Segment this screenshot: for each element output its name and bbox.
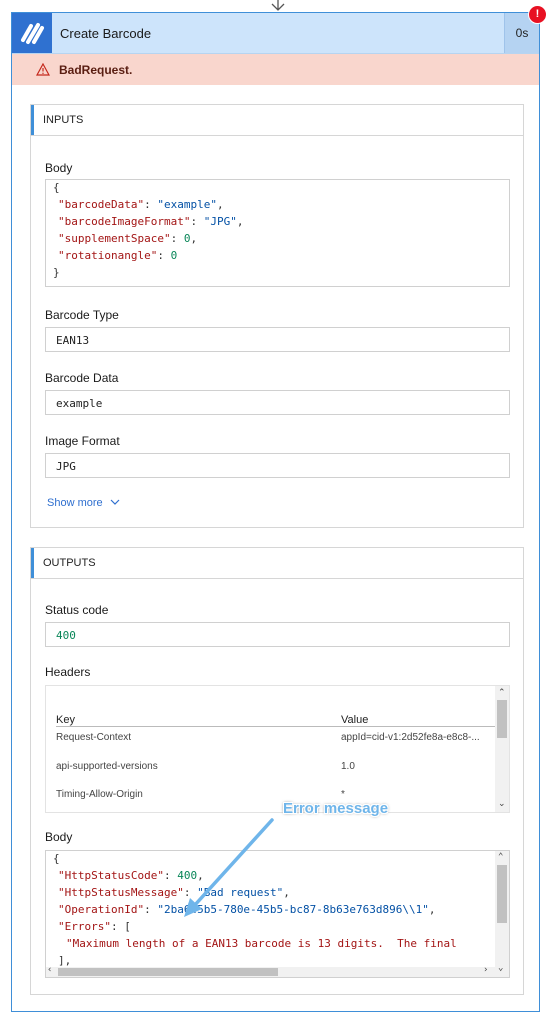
inputs-section: INPUTS Body { "barcodeData": "example", … [30, 104, 524, 528]
scroll-left-icon[interactable]: ‹ [47, 965, 52, 975]
barcode-data-field[interactable]: example [45, 390, 510, 415]
header-value: 1.0 [341, 761, 355, 772]
table-row: Timing-Allow-Origin * [56, 789, 496, 800]
barcode-type-field[interactable]: EAN13 [45, 327, 510, 352]
headers-column-key: Key [56, 714, 75, 726]
header-key: api-supported-versions [56, 761, 158, 772]
error-banner: BadRequest. [12, 54, 539, 85]
scroll-right-icon[interactable]: › [483, 965, 488, 975]
status-code-field[interactable]: 400 [45, 622, 510, 647]
headers-label: Headers [45, 665, 91, 679]
inputs-title: INPUTS [43, 114, 84, 126]
image-format-field[interactable]: JPG [45, 453, 510, 478]
card-title: Create Barcode [60, 26, 152, 41]
body-scrollbar[interactable]: ⌃ ⌄ [495, 851, 509, 977]
inputs-body-label: Body [45, 161, 73, 175]
status-code-label: Status code [45, 603, 109, 617]
headers-column-value: Value [341, 714, 369, 726]
code-line: "barcodeData": "example", [58, 198, 224, 211]
code-line: "rotationangle": 0 [58, 249, 178, 262]
code-line: { [53, 181, 60, 194]
code-line: ], [58, 954, 72, 967]
code-line: "barcodeImageFormat": "JPG", [58, 215, 244, 228]
outputs-section: OUTPUTS Status code 400 Headers Key Valu… [30, 547, 524, 995]
header-value: appId=cid-v1:2d52fe8a-e8c8-... [341, 732, 480, 743]
chevron-down-icon [110, 499, 120, 505]
horizontal-scrollbar[interactable]: ‹ › [46, 965, 495, 977]
error-message-callout: Error message [283, 800, 389, 817]
table-row: api-supported-versions 1.0 [56, 761, 496, 772]
scroll-down-icon[interactable]: ⌄ [498, 798, 506, 809]
code-line: "supplementSpace": 0, [58, 232, 198, 245]
code-line: { [53, 852, 60, 865]
table-row: Request-Context appId=cid-v1:2d52fe8a-e8… [56, 732, 496, 743]
barcode-data-value: example [56, 397, 103, 410]
show-more-label: Show more [47, 497, 103, 509]
warning-icon [36, 63, 50, 76]
connector-arrow-icon [271, 0, 285, 11]
image-format-label: Image Format [45, 434, 120, 448]
headers-table[interactable]: Key Value Request-Context appId=cid-v1:2… [45, 685, 510, 813]
status-code-value: 400 [56, 629, 76, 642]
header-key: Timing-Allow-Origin [56, 789, 143, 800]
barcode-data-label: Barcode Data [45, 371, 119, 385]
inputs-section-header: INPUTS [31, 105, 523, 136]
barcode-type-value: EAN13 [56, 334, 90, 347]
scroll-up-icon[interactable]: ⌃ [498, 852, 503, 862]
header-value: * [341, 789, 345, 800]
code-line: } [53, 266, 60, 279]
headers-scrollbar[interactable]: ⌃ ⌄ [495, 686, 509, 812]
code-line: "Errors": [ [58, 920, 131, 933]
header-key: Request-Context [56, 732, 132, 743]
callout-arrow-icon [184, 818, 274, 917]
inputs-body-code[interactable]: { "barcodeData": "example", "barcodeImag… [45, 179, 510, 287]
barcode-type-label: Barcode Type [45, 308, 119, 322]
barcode-logo-icon [12, 13, 52, 53]
outputs-section-header: OUTPUTS [31, 548, 523, 579]
error-status-badge: ! [528, 5, 547, 24]
code-line: "Maximum length of a EAN13 barcode is 13… [66, 937, 457, 950]
headers-divider [56, 726, 496, 727]
outputs-title: OUTPUTS [43, 557, 96, 569]
scroll-up-icon[interactable]: ⌃ [498, 687, 506, 698]
show-more-link[interactable]: Show more [47, 497, 120, 509]
error-message: BadRequest. [59, 63, 133, 77]
image-format-value: JPG [56, 460, 76, 473]
outputs-body-label: Body [45, 830, 73, 844]
scroll-down-icon[interactable]: ⌄ [498, 963, 503, 973]
card-header[interactable]: Create Barcode 0s [12, 13, 539, 54]
